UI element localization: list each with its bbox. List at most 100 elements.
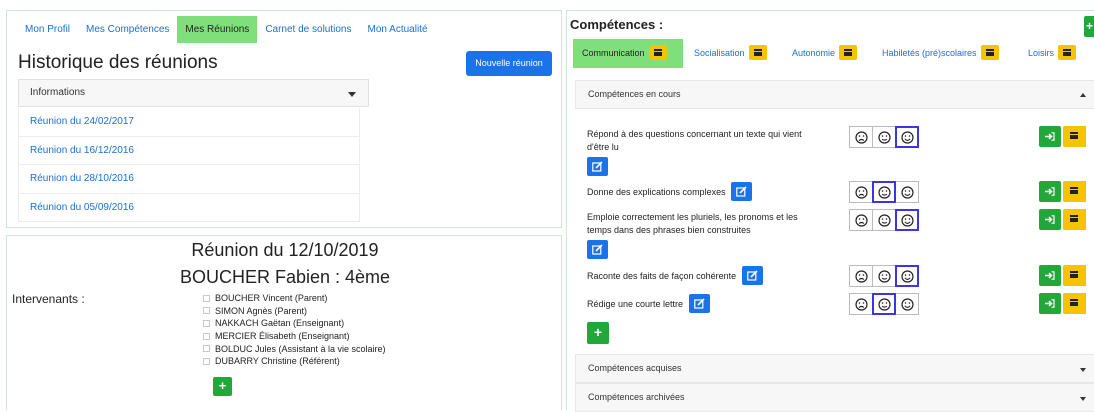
tab-socialisation[interactable]: Socialisation [694, 39, 767, 68]
move-to-acquired-button[interactable] [1039, 126, 1061, 147]
happy-face-icon[interactable] [895, 293, 919, 315]
meeting-link[interactable]: Réunion du 05/09/2016 [18, 193, 360, 222]
move-to-acquired-button[interactable] [1039, 293, 1061, 314]
new-meeting-button[interactable]: Nouvelle réunion [466, 51, 552, 76]
neutral-face-icon[interactable] [872, 181, 896, 203]
skill-text: Donne des explications complexes [587, 186, 726, 197]
intervenants-label: Intervenants : [12, 292, 85, 306]
meeting-link[interactable]: Réunion du 24/02/2017 [18, 108, 360, 137]
participant-name: BOLDUC Jules (Assistant à la vie scolair… [215, 343, 386, 354]
skill-text: Emploie correctement les pluriels, les p… [587, 212, 798, 222]
add-skill-button[interactable]: + [587, 322, 609, 344]
tab-loisirs[interactable]: Loisirs [1028, 39, 1077, 68]
archive-skill-button[interactable] [1063, 126, 1086, 147]
checkbox[interactable] [203, 319, 210, 327]
participant-item[interactable]: SIMON Agnès (Parent) [203, 305, 386, 318]
sad-face-icon[interactable] [849, 181, 873, 203]
sad-face-icon[interactable] [849, 293, 873, 315]
tab-label: Loisirs [1028, 48, 1055, 58]
participant-name: NAKKACH Gaëtan (Enseignant) [215, 318, 345, 329]
skill-item: Répond à des questions concernant un tex… [587, 128, 802, 176]
section-current-header[interactable]: Compétences en cours [575, 80, 1094, 109]
checkbox[interactable] [203, 307, 210, 315]
archive-icon[interactable] [839, 45, 858, 61]
sad-face-icon[interactable] [849, 265, 873, 287]
archive-skill-button[interactable] [1063, 181, 1086, 202]
checkbox[interactable] [203, 357, 210, 365]
skill-text: Rédige une courte lettre [587, 298, 684, 309]
move-to-acquired-button[interactable] [1039, 209, 1061, 230]
edit-icon[interactable] [587, 240, 608, 259]
dropdown-label: Informations [30, 87, 86, 98]
participant-item[interactable]: BOUCHER Vincent (Parent) [203, 292, 386, 305]
tab-habiletes[interactable]: Habiletés (pré)scolaires [882, 39, 999, 68]
checkbox[interactable] [203, 294, 210, 302]
caret-up-icon [1080, 93, 1086, 97]
checkbox[interactable] [203, 345, 210, 353]
nav-item-competences[interactable]: Mes Compétences [78, 16, 177, 43]
archive-skill-button[interactable] [1063, 209, 1086, 230]
happy-face-icon[interactable] [895, 209, 919, 231]
tab-label: Socialisation [694, 48, 745, 58]
section-archived-header[interactable]: Compétences archivées [575, 383, 1094, 412]
archive-icon[interactable] [1058, 45, 1077, 61]
edit-icon[interactable] [741, 266, 763, 285]
skill-text: temps dans des phrases bien construites [587, 225, 751, 235]
move-to-acquired-button[interactable] [1039, 265, 1061, 286]
competences-panel: Compétences : + Communication Socialisat… [566, 10, 1094, 412]
participant-name: DUBARRY Christine (Référent) [215, 356, 340, 367]
edit-icon[interactable] [688, 294, 710, 313]
meeting-link[interactable]: Réunion du 16/12/2016 [18, 136, 360, 165]
caret-down-icon [348, 92, 356, 97]
checkbox[interactable] [203, 332, 210, 340]
profile-nav: Mon Profil Mes Compétences Mes Réunions … [17, 16, 436, 43]
participant-item[interactable]: BOLDUC Jules (Assistant à la vie scolair… [203, 342, 386, 355]
meeting-link[interactable]: Réunion du 28/10/2016 [18, 165, 360, 194]
add-category-button[interactable]: + [1084, 16, 1094, 37]
nav-item-actualite[interactable]: Mon Actualité [359, 16, 435, 43]
archive-skill-button[interactable] [1063, 265, 1086, 286]
skill-actions [1039, 265, 1086, 286]
section-title: Compétences en cours [588, 89, 681, 99]
happy-face-icon[interactable] [895, 126, 919, 148]
nav-item-reunions[interactable]: Mes Réunions [177, 16, 258, 43]
skill-item: Emploie correctement les pluriels, les p… [587, 211, 798, 259]
edit-icon[interactable] [587, 157, 608, 176]
informations-dropdown[interactable]: Informations [18, 79, 369, 107]
edit-icon[interactable] [731, 182, 753, 201]
happy-face-icon[interactable] [895, 181, 919, 203]
meeting-date-title: Réunion du 12/10/2019 [191, 240, 379, 260]
neutral-face-icon[interactable] [872, 126, 896, 148]
participant-list: BOUCHER Vincent (Parent) SIMON Agnès (Pa… [203, 292, 386, 368]
history-title: Historique des réunions [18, 52, 218, 73]
archive-icon[interactable] [648, 45, 667, 61]
sad-face-icon[interactable] [849, 126, 873, 148]
rating-faces [849, 181, 919, 203]
participant-item[interactable]: NAKKACH Gaëtan (Enseignant) [203, 317, 386, 330]
sad-face-icon[interactable] [849, 209, 873, 231]
archive-icon[interactable] [748, 45, 767, 61]
add-participant-button[interactable]: + [213, 377, 232, 396]
participant-item[interactable]: DUBARRY Christine (Référent) [203, 355, 386, 368]
neutral-face-icon[interactable] [872, 265, 896, 287]
tab-autonomie[interactable]: Autonomie [792, 39, 858, 68]
happy-face-icon[interactable] [895, 265, 919, 287]
archive-skill-button[interactable] [1063, 293, 1086, 314]
section-acquired-header[interactable]: Compétences acquises [575, 354, 1094, 383]
participant-name: SIMON Agnès (Parent) [215, 305, 308, 316]
tab-label: Communication [582, 48, 645, 58]
neutral-face-icon[interactable] [872, 293, 896, 315]
nav-item-solutions[interactable]: Carnet de solutions [257, 16, 359, 43]
archive-icon[interactable] [980, 45, 999, 61]
skill-text: d'être lu [587, 142, 619, 152]
rating-faces [849, 126, 919, 148]
participant-item[interactable]: MERCIER Élisabeth (Enseignant) [203, 330, 386, 343]
neutral-face-icon[interactable] [872, 209, 896, 231]
category-tabs: Communication Socialisation Autonomie Ha… [573, 39, 1094, 68]
meeting-list: Réunion du 24/02/2017 Réunion du 16/12/2… [18, 108, 360, 222]
nav-item-profile[interactable]: Mon Profil [17, 16, 78, 43]
move-to-acquired-button[interactable] [1039, 181, 1061, 202]
rating-faces [849, 293, 919, 315]
tab-communication[interactable]: Communication [573, 39, 683, 68]
skill-actions [1039, 126, 1086, 147]
